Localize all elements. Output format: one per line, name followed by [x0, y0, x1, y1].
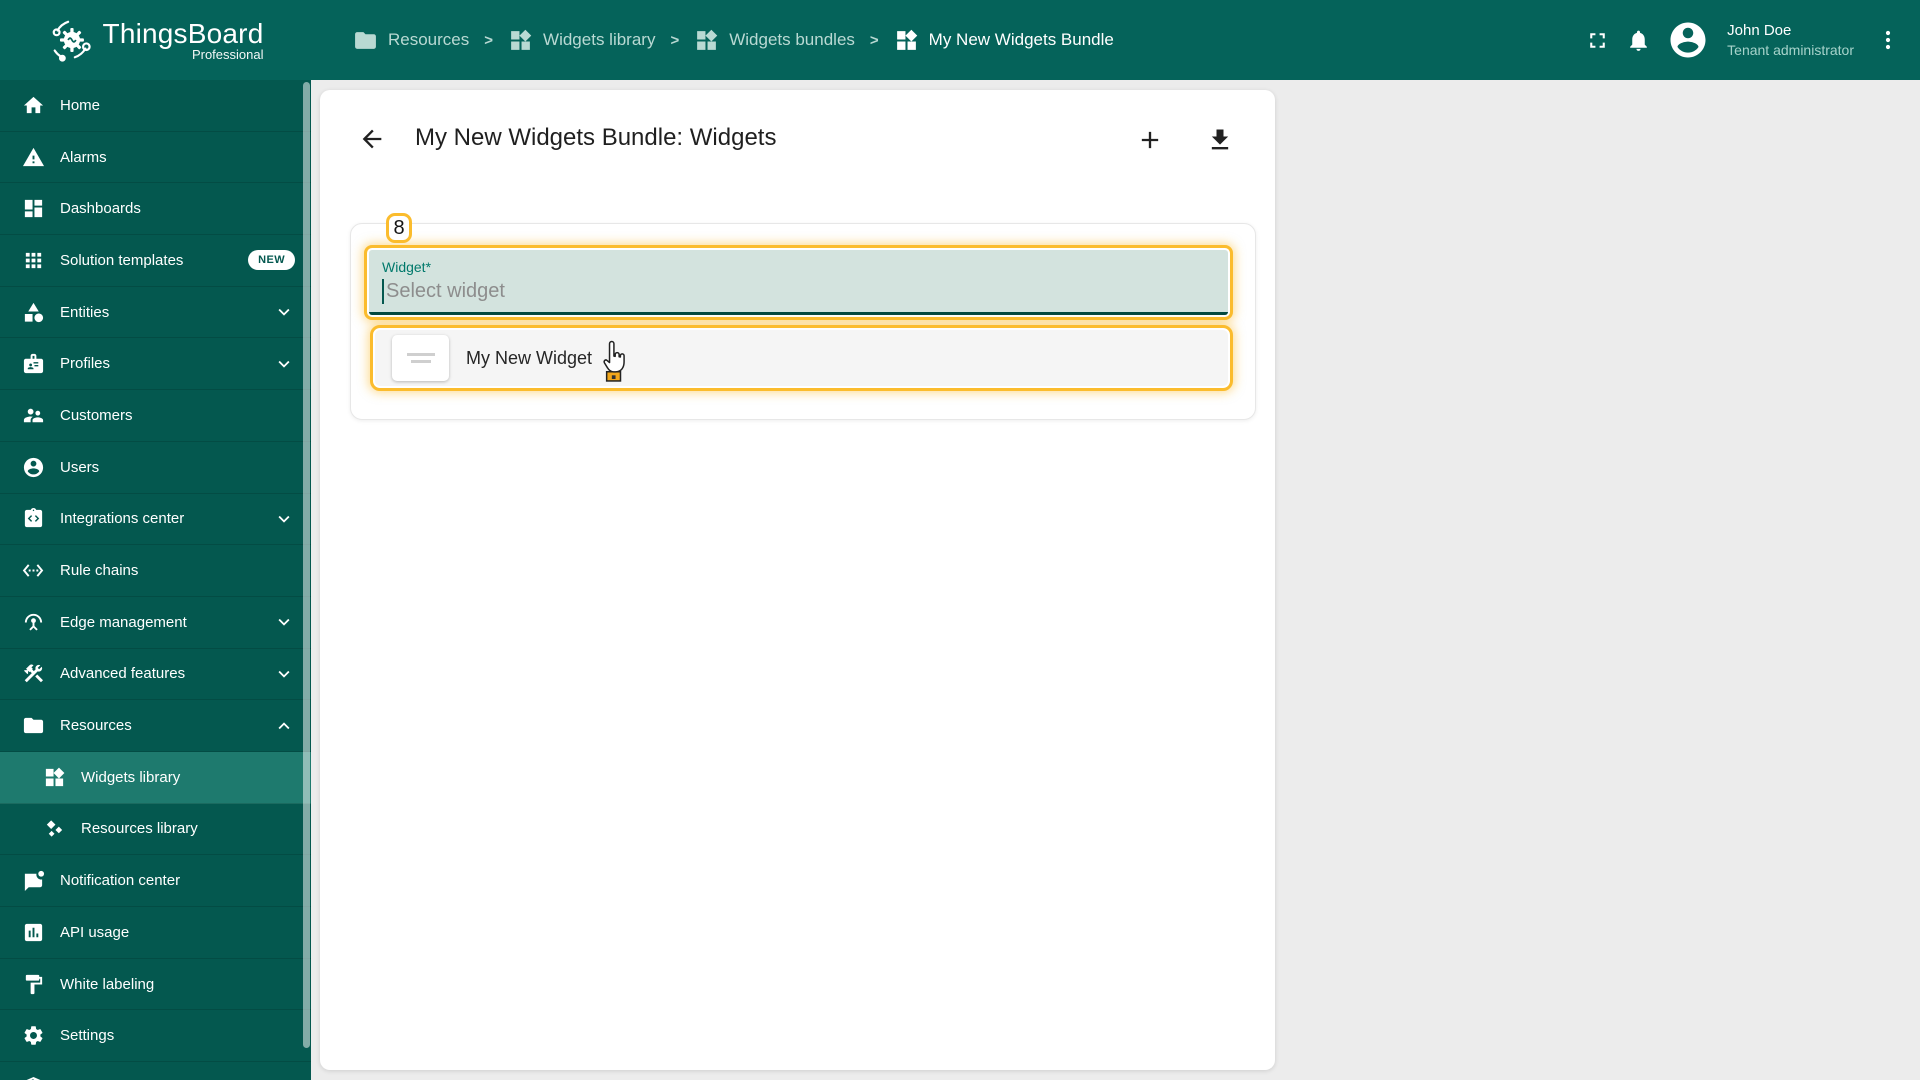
- gear-icon: [24, 1026, 43, 1045]
- more-vert-icon[interactable]: [1876, 28, 1900, 52]
- chevron-down-icon: [278, 360, 290, 368]
- widget-field-label: Widget*: [382, 259, 432, 275]
- widgets-icon: [45, 767, 65, 786]
- chevron-down-icon: [278, 308, 290, 316]
- sidebar-item-settings[interactable]: Settings: [0, 1010, 311, 1063]
- warning-icon: [22, 147, 45, 166]
- diamonds-icon: [46, 820, 63, 838]
- hand-cursor: [603, 340, 625, 382]
- breadcrumb-separator: >: [484, 31, 494, 49]
- chevron-down-icon: [273, 1076, 295, 1080]
- dropdown-option-my-new-widget[interactable]: My New Widget: [370, 325, 1233, 391]
- fullscreen-icon[interactable]: [1585, 28, 1610, 53]
- widgets-icon: [508, 28, 533, 53]
- shield-icon: [26, 1076, 41, 1080]
- page-title: My New Widgets Bundle: Widgets: [415, 124, 777, 151]
- sidebar-item-integrations-center[interactable]: Integrations center: [0, 494, 311, 546]
- sidebar-scrollbar[interactable]: [303, 82, 310, 1048]
- category-icon: [24, 302, 44, 322]
- sidebar-item-notification-center[interactable]: Notification center: [0, 855, 311, 907]
- folder-icon: [353, 28, 378, 53]
- back-button[interactable]: [358, 125, 386, 153]
- user-name: John Doe: [1727, 22, 1792, 40]
- sidebar-item-entities[interactable]: Entities: [0, 287, 311, 339]
- header-actions: John Doe Tenant administrator: [1585, 19, 1920, 61]
- notification-icon: [24, 871, 45, 892]
- download-button[interactable]: [1206, 126, 1234, 154]
- chevron-up-icon: [278, 721, 290, 729]
- sidebar-item-rule-chains[interactable]: Rule chains: [0, 545, 311, 597]
- widgets-icon: [894, 28, 919, 53]
- add-widget-button[interactable]: [1136, 126, 1164, 154]
- plus-icon: [1141, 131, 1159, 149]
- back-arrow-icon: [362, 129, 382, 149]
- text-caret: [382, 279, 384, 304]
- breadcrumb-separator: >: [869, 31, 879, 49]
- chevron-down-icon: [278, 670, 290, 678]
- content-card: My New Widgets Bundle: Widgets 8 Widget*…: [320, 90, 1275, 1070]
- sidebar-item-advanced-features[interactable]: Advanced features: [0, 649, 311, 701]
- breadcrumb-separator: >: [670, 31, 680, 49]
- widget-preview-thumbnail: [392, 335, 449, 381]
- chevron-down-icon: [278, 619, 290, 626]
- user-role: Tenant administrator: [1727, 41, 1854, 58]
- breadcrumb-widgets-bundles[interactable]: Widgets bundles: [694, 28, 855, 53]
- antenna-icon: [24, 613, 43, 631]
- sidebar-item-widgets-library[interactable]: Widgets library: [0, 751, 311, 804]
- widget-select-field[interactable]: Widget* Select widget: [364, 245, 1233, 320]
- new-badge: NEW: [248, 250, 295, 271]
- user-block[interactable]: John Doe Tenant administrator: [1727, 21, 1854, 59]
- breadcrumb-resources[interactable]: Resources: [353, 28, 469, 53]
- breadcrumb-current-bundle[interactable]: My New Widgets Bundle: [894, 28, 1114, 53]
- tutorial-step-badge: 8: [386, 213, 412, 243]
- paint-roller-icon: [25, 974, 43, 994]
- app-edition: Professional: [191, 47, 264, 62]
- integration-icon: [24, 508, 43, 528]
- breadcrumb: Resources > Widgets library > Widgets bu…: [311, 28, 1585, 53]
- avatar[interactable]: [1667, 19, 1709, 61]
- sidebar-item-api-usage[interactable]: API usage: [0, 907, 311, 959]
- app-name: ThingsBoard: [102, 18, 264, 49]
- sidebar-item-edge-management[interactable]: Edge management: [0, 597, 311, 649]
- chevron-down-icon: [278, 515, 290, 523]
- widget-field-placeholder: Select widget: [386, 280, 505, 302]
- tools-icon: [24, 664, 43, 683]
- widgets-icon: [694, 28, 719, 53]
- people-icon: [23, 408, 44, 423]
- bell-icon[interactable]: [1626, 28, 1651, 53]
- sidebar-nav: Home Alarms Dashboards Solution template…: [0, 80, 311, 1080]
- sidebar-item-solution-templates[interactable]: Solution templates NEW: [0, 235, 311, 287]
- home-icon: [23, 96, 44, 114]
- bar-chart-icon: [24, 923, 43, 941]
- top-header: ThingsBoard Professional Resources > Wid…: [0, 0, 1920, 80]
- sidebar-item-security[interactable]: Security: [0, 1062, 311, 1080]
- sidebar-item-alarms[interactable]: Alarms: [0, 132, 311, 184]
- sidebar-item-home[interactable]: Home: [0, 80, 311, 132]
- thingsboard-logo-icon: [48, 17, 94, 63]
- sidebar-item-users[interactable]: Users: [0, 442, 311, 494]
- rule-chain-icon: [22, 564, 44, 577]
- sidebar-item-resources[interactable]: Resources: [0, 700, 311, 752]
- apps-grid-icon: [25, 252, 42, 269]
- sidebar-item-dashboards[interactable]: Dashboards: [0, 183, 311, 236]
- app-logo[interactable]: ThingsBoard Professional: [0, 17, 311, 63]
- sidebar-item-customers[interactable]: Customers: [0, 390, 311, 442]
- download-icon: [1211, 129, 1229, 150]
- dashboards-icon: [24, 200, 43, 218]
- sidebar-item-profiles[interactable]: Profiles: [0, 338, 311, 391]
- option-label: My New Widget: [466, 347, 593, 368]
- id-badge-icon: [23, 354, 44, 374]
- sidebar-item-white-labeling[interactable]: White labeling: [0, 959, 311, 1011]
- account-circle-icon: [23, 457, 44, 477]
- folder-icon: [23, 717, 44, 734]
- sidebar-item-resources-library[interactable]: Resources library: [0, 804, 311, 856]
- breadcrumb-widgets-library[interactable]: Widgets library: [508, 28, 655, 53]
- field-underline: [369, 312, 1228, 315]
